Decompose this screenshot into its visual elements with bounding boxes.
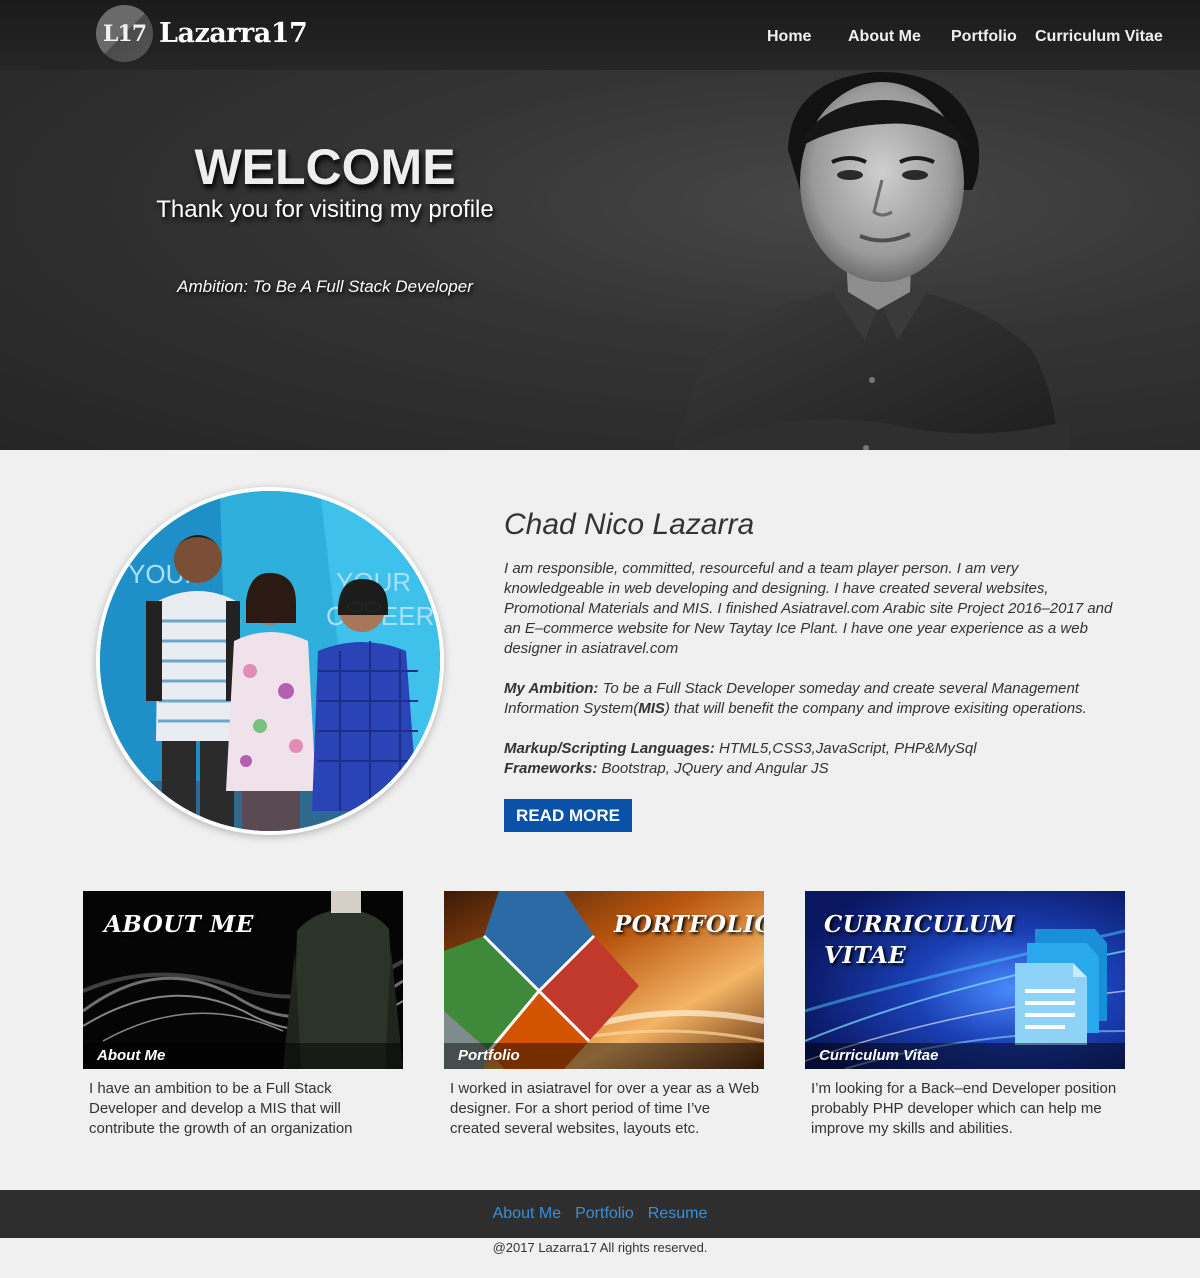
frameworks-line: Frameworks: Bootstrap, JQuery and Angula…: [504, 759, 1114, 779]
card-portfolio[interactable]: PORTFOLIO Portfolio I worked in asiatrav…: [444, 891, 764, 1139]
footer-link-resume[interactable]: Resume: [648, 1205, 708, 1223]
card-about-me[interactable]: ABOUT ME About Me I have an ambition to …: [83, 891, 403, 1139]
profile-name: Chad Nico Lazarra: [504, 508, 755, 541]
ambition-paragraph: My Ambition: To be a Full Stack Develope…: [504, 679, 1114, 719]
hero-subtitle: Thank you for visiting my profile: [156, 196, 494, 223]
frameworks-label: Frameworks:: [504, 760, 598, 777]
portrait-image: [673, 71, 1070, 450]
profile-bio: I am responsible, committed, resourceful…: [504, 559, 1114, 779]
languages-line: Markup/Scripting Languages: HTML5,CSS3,J…: [504, 739, 1114, 759]
ambition-mis: MIS: [638, 700, 665, 717]
ambition-label: My Ambition:: [504, 680, 599, 697]
site-logo[interactable]: L17 Lazarra17: [96, 5, 308, 62]
site-header: L17 Lazarra17 Home About Me Portfolio Cu…: [0, 0, 1200, 70]
card-about-me-caption[interactable]: About Me: [83, 1043, 403, 1069]
card-portfolio-image[interactable]: PORTFOLIO Portfolio: [444, 891, 764, 1069]
card-curriculum-vitae-text: I’m looking for a Back–end Developer pos…: [811, 1080, 1117, 1137]
logo-badge: L17: [96, 5, 153, 62]
card-curriculum-vitae-image[interactable]: CURRICULUM VITAE Curriculum Vitae: [805, 891, 1125, 1069]
frameworks-value: Bootstrap, JQuery and Angular JS: [597, 760, 829, 777]
card-portfolio-caption[interactable]: Portfolio: [444, 1043, 764, 1069]
card-curriculum-vitae-title-line1: CURRICULUM: [824, 911, 1016, 938]
nav-about-me[interactable]: About Me: [848, 28, 921, 46]
hero-banner: WELCOME Thank you for visiting my profil…: [0, 70, 1200, 450]
footer-link-about-me[interactable]: About Me: [493, 1205, 561, 1223]
card-portfolio-title: PORTFOLIO: [614, 911, 764, 938]
languages-label: Markup/Scripting Languages:: [504, 740, 715, 757]
card-curriculum-vitae-caption[interactable]: Curriculum Vitae: [805, 1043, 1125, 1069]
nav-curriculum-vitae[interactable]: Curriculum Vitae: [1035, 28, 1163, 46]
card-about-me-title: ABOUT ME: [104, 911, 254, 938]
group-photo-illustration: YOUR YOUR CAREER: [100, 491, 440, 831]
languages-value: HTML5,CSS3,JavaScript, PHP&MySql: [714, 740, 977, 757]
profile-photo: YOUR YOUR CAREER: [96, 487, 444, 835]
card-curriculum-vitae[interactable]: CURRICULUM VITAE Curriculum Vitae I’m lo…: [805, 891, 1125, 1139]
footer-link-portfolio[interactable]: Portfolio: [575, 1205, 634, 1223]
nav-home[interactable]: Home: [767, 28, 811, 46]
card-curriculum-vitae-title-line2: VITAE: [824, 942, 907, 969]
card-curriculum-vitae-title: CURRICULUM VITAE: [824, 909, 1015, 971]
nav-portfolio[interactable]: Portfolio: [951, 28, 1017, 46]
footer-bar: About Me Portfolio Resume: [0, 1190, 1200, 1238]
hero-ambition: Ambition: To Be A Full Stack Developer: [177, 277, 473, 296]
card-about-me-text: I have an ambition to be a Full Stack De…: [89, 1080, 353, 1137]
card-about-me-image[interactable]: ABOUT ME About Me: [83, 891, 403, 1069]
ambition-text-2: ) that will benefit the company and impr…: [664, 700, 1087, 717]
bio-paragraph: I am responsible, committed, resourceful…: [504, 560, 1113, 657]
copyright-text: @2017 Lazarra17 All rights reserved.: [492, 1240, 708, 1255]
card-portfolio-text: I worked in asiatravel for over a year a…: [450, 1080, 760, 1137]
read-more-button[interactable]: READ MORE: [504, 799, 632, 832]
logo-text: Lazarra17: [159, 18, 308, 49]
hero-title: WELCOME: [194, 139, 456, 195]
